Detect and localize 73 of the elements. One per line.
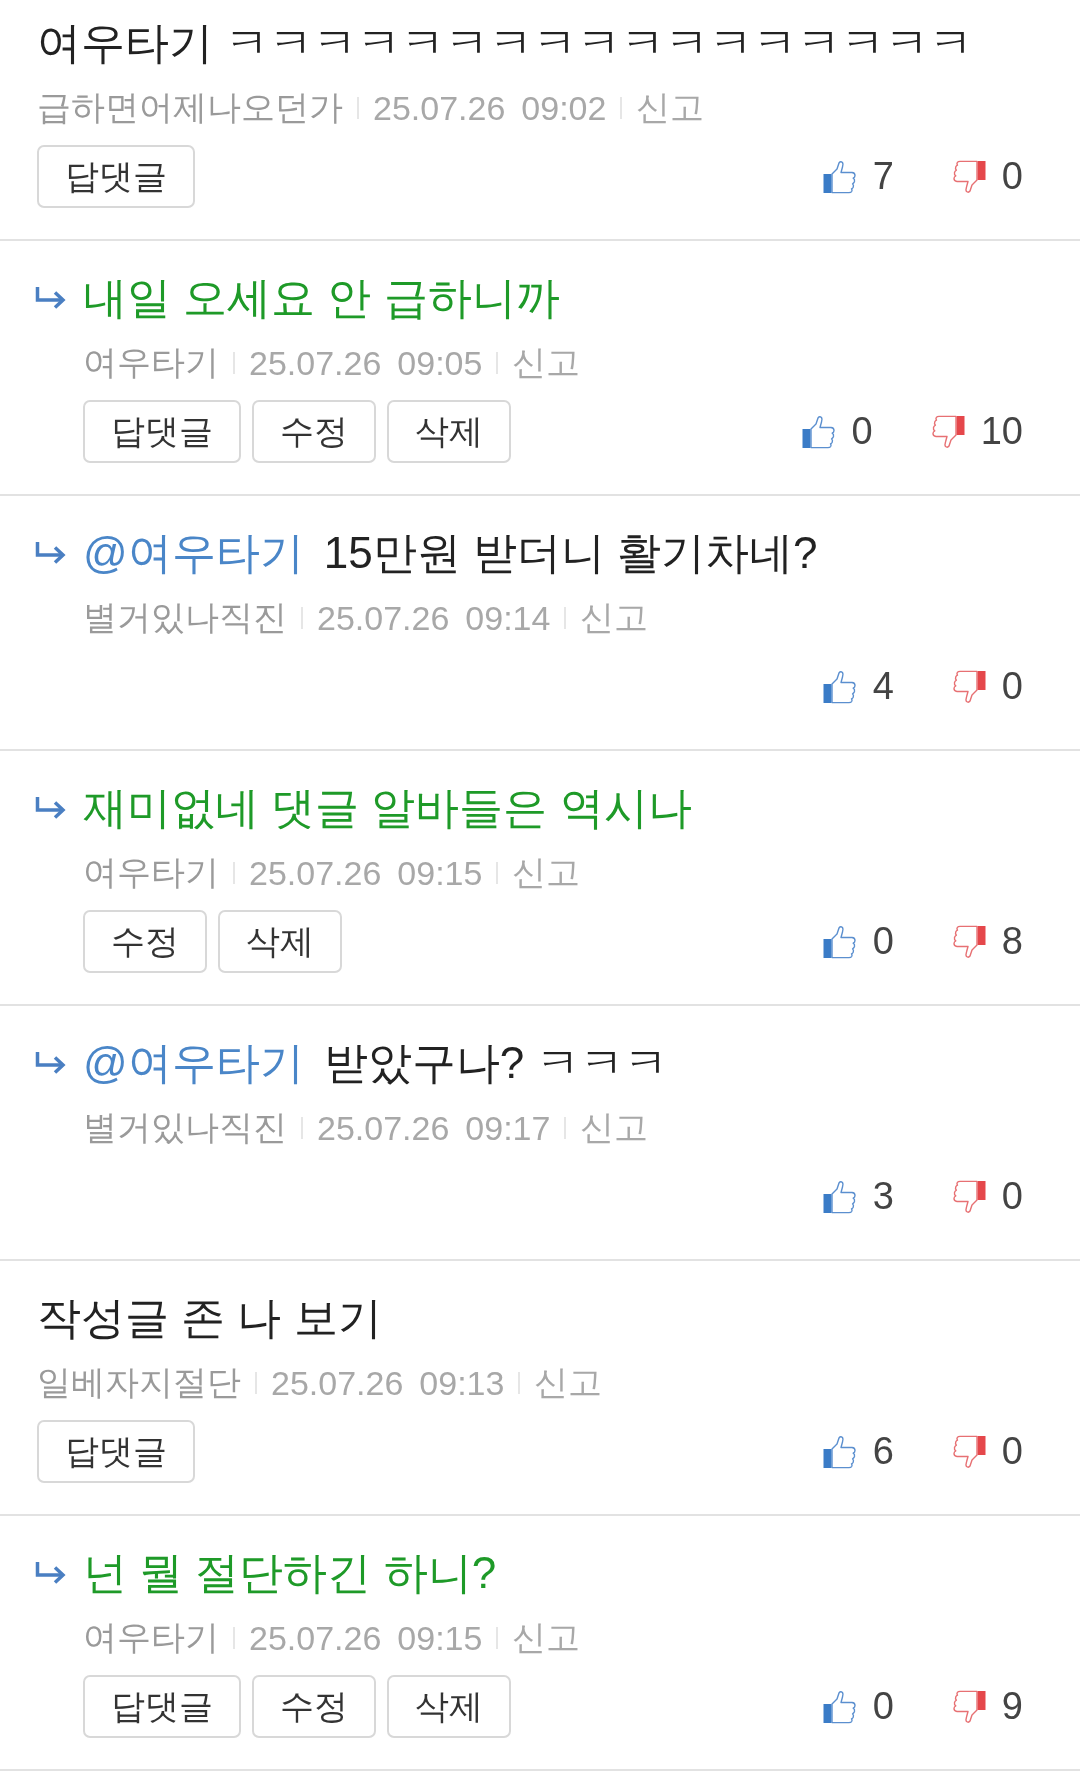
comment-action-button[interactable]: 삭제 (218, 910, 342, 973)
dislike-button[interactable]: 0 (951, 155, 1023, 198)
comment-time: 09:02 (521, 88, 607, 128)
comment-text: 여우타기 ㅋㅋㅋㅋㅋㅋㅋㅋㅋㅋㅋㅋㅋㅋㅋㅋㅋ (37, 16, 974, 69)
dislike-button[interactable]: 9 (951, 1685, 1023, 1728)
comment-time: 09:15 (397, 853, 483, 893)
thumbs-up-icon (801, 414, 836, 449)
comment-action-button[interactable]: 수정 (252, 400, 376, 463)
like-button[interactable]: 6 (822, 1430, 894, 1473)
author-name: 여우타기 (83, 342, 219, 383)
comment-action-button[interactable]: 삭제 (387, 400, 511, 463)
comment-date: 25.07.26 (317, 598, 450, 638)
reply-arrow-icon (34, 286, 66, 310)
thumbs-down-icon (951, 1434, 986, 1469)
comment-date: 25.07.26 (271, 1363, 404, 1403)
thumbs-down-icon (951, 669, 986, 704)
comment-date: 25.07.26 (373, 88, 506, 128)
comment-date: 25.07.26 (249, 1618, 382, 1658)
thumbs-up-icon (822, 924, 857, 959)
comment-text: 넌 뭘 절단하긴 하니? (83, 1546, 497, 1599)
comment-text: 작성글 존 나 보기 (37, 1291, 382, 1344)
author-name: 급하면어제나오던가 (37, 87, 343, 128)
dislike-button[interactable]: 10 (930, 410, 1023, 453)
comment-date: 25.07.26 (317, 1108, 450, 1148)
author-name: 여우타기 (83, 852, 219, 893)
comment-time: 09:15 (397, 1618, 483, 1658)
comment-date: 25.07.26 (249, 853, 382, 893)
dislike-button[interactable]: 0 (951, 665, 1023, 708)
dislike-button[interactable]: 8 (951, 920, 1023, 963)
comment-action-button[interactable]: 답댓글 (37, 145, 195, 208)
comment-text: 내일 오세요 안 급하니까 (83, 271, 560, 324)
comment-action-button[interactable]: 답댓글 (83, 1675, 241, 1738)
thumbs-down-icon (930, 414, 965, 449)
mention-link[interactable]: @여우타기 (83, 1033, 304, 1093)
reply-arrow-icon (34, 1051, 66, 1075)
dislike-button[interactable]: 0 (951, 1430, 1023, 1473)
reply-arrow-icon (34, 796, 66, 820)
author-name: 별거있나직진 (83, 597, 287, 638)
comment-action-button[interactable]: 수정 (83, 910, 207, 973)
author-name: 일베자지절단 (37, 1362, 241, 1403)
thumbs-up-icon (822, 1179, 857, 1214)
thumbs-up-icon (822, 1689, 857, 1724)
comment-text: 받았구나? ㅋㅋㅋ (323, 1036, 669, 1089)
comment-action-button[interactable]: 답댓글 (37, 1420, 195, 1483)
thumbs-down-icon (951, 1689, 986, 1724)
comment-time: 09:17 (465, 1108, 551, 1148)
like-button[interactable]: 4 (822, 665, 894, 708)
author-name: 별거있나직진 (83, 1107, 287, 1148)
thumbs-down-icon (951, 159, 986, 194)
thumbs-up-icon (822, 1434, 857, 1469)
thumbs-down-icon (951, 924, 986, 959)
comment-time: 09:05 (397, 343, 483, 383)
like-button[interactable]: 0 (801, 410, 873, 453)
like-button[interactable]: 3 (822, 1175, 894, 1218)
reply-arrow-icon (34, 541, 66, 565)
like-button[interactable]: 7 (822, 155, 894, 198)
comment-text: 재미없네 댓글 알바들은 역시나 (83, 781, 692, 834)
thumbs-down-icon (951, 1179, 986, 1214)
like-button[interactable]: 0 (822, 920, 894, 963)
comment-action-button[interactable]: 삭제 (387, 1675, 511, 1738)
comment-action-button[interactable]: 답댓글 (83, 400, 241, 463)
thumbs-up-icon (822, 159, 857, 194)
comment-time: 09:14 (465, 598, 551, 638)
reply-arrow-icon (34, 1561, 66, 1585)
mention-link[interactable]: @여우타기 (83, 523, 304, 583)
thumbs-up-icon (822, 669, 857, 704)
author-name: 여우타기 (83, 1617, 219, 1658)
dislike-button[interactable]: 0 (951, 1175, 1023, 1218)
like-button[interactable]: 0 (822, 1685, 894, 1728)
comment-time: 09:13 (419, 1363, 505, 1403)
comment-date: 25.07.26 (249, 343, 382, 383)
comment-action-button[interactable]: 수정 (252, 1675, 376, 1738)
comment-text: 15만원 받더니 활기차네? (323, 526, 818, 579)
